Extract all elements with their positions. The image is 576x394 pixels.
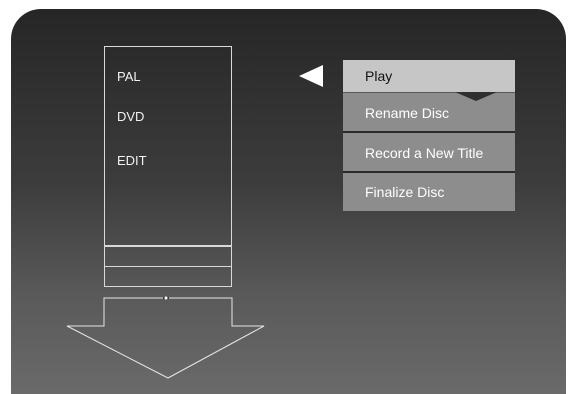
disc-mode-label: EDIT <box>117 153 147 168</box>
disc-slot-2 <box>104 266 232 287</box>
menu-item-play[interactable]: Play <box>343 60 515 101</box>
arrow-shape <box>66 297 265 379</box>
screen: PAL DVD EDIT Play Rename Disc Record a N… <box>11 9 566 394</box>
menu-item-finalize-disc[interactable]: Finalize Disc <box>343 173 515 211</box>
menu-item-record-new-title[interactable]: Record a New Title <box>343 133 515 173</box>
arrow-dot <box>164 296 168 300</box>
disc-menu: Play Rename Disc Record a New Title Fina… <box>343 60 515 211</box>
left-triangle-pointer-icon <box>299 65 323 87</box>
disc-type-label: DVD <box>117 109 145 124</box>
menu-item-label: Rename Disc <box>365 105 450 121</box>
menu-item-label: Finalize Disc <box>365 184 445 200</box>
disc-info-panel: PAL DVD EDIT <box>104 46 232 246</box>
disc-format-label: PAL <box>117 69 141 84</box>
menu-item-label: Play <box>365 68 393 84</box>
selection-notch-icon <box>455 92 497 101</box>
disc-slot-1 <box>104 246 232 267</box>
menu-item-label: Record a New Title <box>365 145 484 161</box>
